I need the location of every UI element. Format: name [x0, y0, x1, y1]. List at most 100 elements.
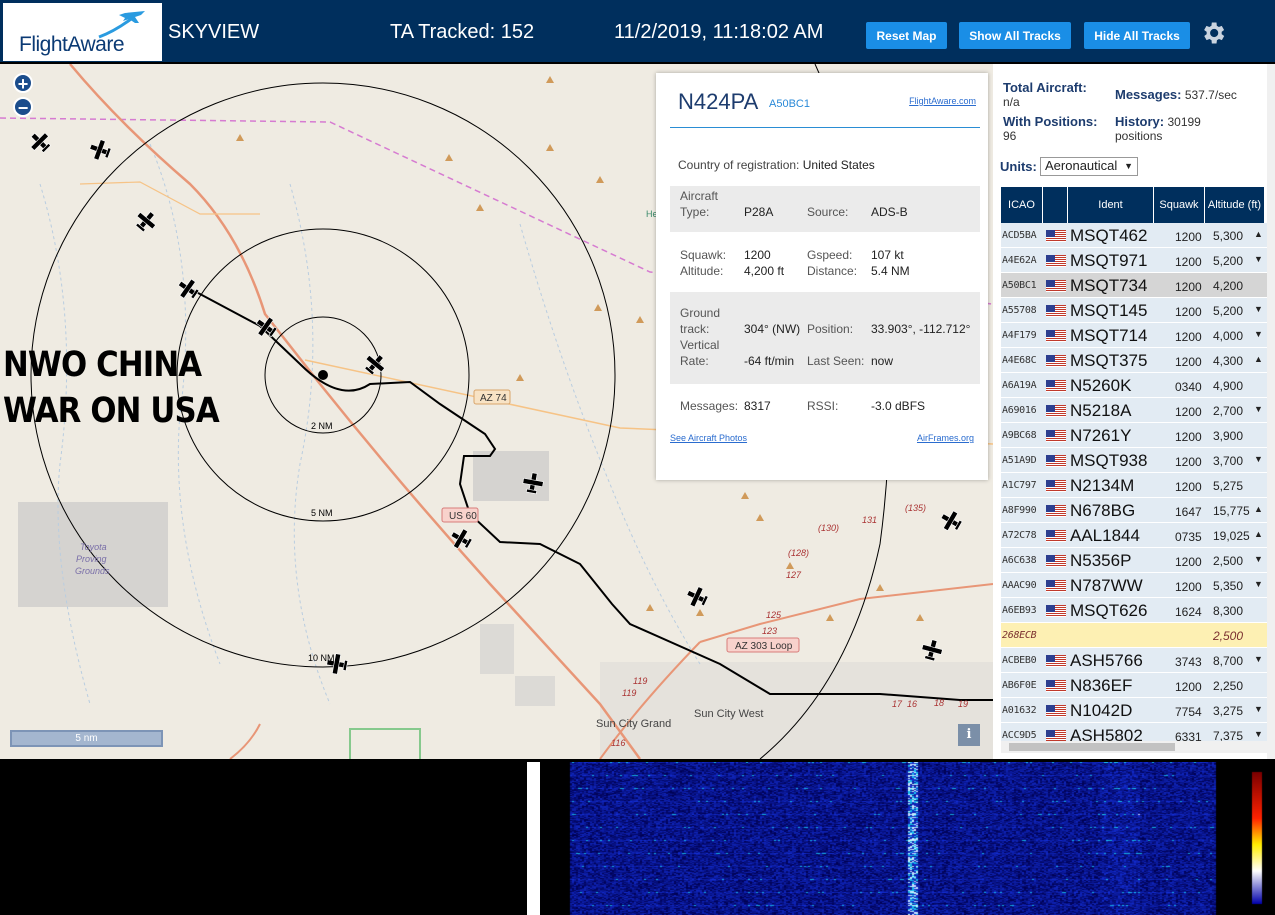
row-trend: ▼	[1254, 329, 1263, 339]
type-label: Aircraft Type:	[680, 189, 719, 219]
bottom-divider	[527, 762, 540, 915]
row-icao: A72C78	[1002, 530, 1037, 541]
row-icao: ACBEB0	[1002, 655, 1037, 666]
zoom-in-button[interactable]: +	[13, 73, 33, 94]
grey-area-2	[480, 624, 514, 674]
table-row[interactable]: 268ECB 2,500	[1001, 623, 1267, 648]
squawk-value: 1200	[744, 248, 771, 262]
svg-text:131: 131	[862, 515, 877, 525]
us-flag-icon	[1046, 455, 1066, 467]
gear-icon[interactable]	[1199, 19, 1227, 47]
sun-city-area	[600, 662, 993, 759]
green-boundary	[349, 728, 421, 759]
airframes-link[interactable]: AirFrames.org	[917, 433, 974, 443]
row-squawk: 1200	[1175, 355, 1202, 369]
table-row[interactable]: ACD5BA MSQT462 1200 5,300 ▲	[1001, 223, 1267, 248]
row-icao: AB6F0E	[1002, 680, 1037, 691]
table-row[interactable]: A1C797 N2134M 1200 5,275	[1001, 473, 1267, 498]
horizontal-scrollbar[interactable]	[1001, 741, 1267, 753]
row-icao: A4F179	[1002, 330, 1037, 341]
vertical-scrollbar[interactable]	[1267, 64, 1275, 759]
popup-divider	[670, 127, 980, 128]
map-scale: 5 nm	[10, 730, 163, 747]
position-label: Position:	[807, 322, 854, 336]
row-ident: MSQT971	[1070, 251, 1148, 270]
table-row[interactable]: A01632 N1042D 7754 3,275 ▼	[1001, 698, 1267, 723]
row-squawk: 0735	[1175, 530, 1202, 544]
source-value: ADS-B	[871, 205, 908, 219]
messages-stat-label: Messages:	[1115, 87, 1182, 102]
row-squawk: 1200	[1175, 305, 1202, 319]
messages-label: Messages:	[680, 399, 739, 413]
svg-text:16: 16	[907, 699, 917, 709]
row-trend: ▲	[1254, 229, 1263, 239]
row-ident: N5218A	[1070, 401, 1132, 420]
row-icao: A6A19A	[1002, 380, 1037, 391]
row-icao: A8F990	[1002, 505, 1037, 516]
table-row[interactable]: A6EB93 MSQT626 1624 8,300	[1001, 598, 1267, 623]
row-icao: A6EB93	[1002, 605, 1037, 616]
svg-text:19: 19	[958, 699, 968, 709]
toyota-label: Toyota Proving Grounds	[75, 542, 110, 576]
row-squawk: 1200	[1175, 455, 1202, 469]
col-altitude[interactable]: Altitude (ft)	[1205, 187, 1265, 223]
row-ident: N678BG	[1070, 501, 1136, 520]
table-row[interactable]: A69016 N5218A 1200 2,700 ▼	[1001, 398, 1267, 423]
units-select[interactable]: Aeronautical ▼	[1040, 157, 1138, 176]
row-altitude: 4,200	[1213, 279, 1244, 293]
rssi-value: -3.0 dBFS	[871, 399, 926, 413]
us-flag-icon	[1046, 380, 1066, 392]
table-row[interactable]: A51A9D MSQT938 1200 3,700 ▼	[1001, 448, 1267, 473]
table-row[interactable]: AB6F0E N836EF 1200 2,250	[1001, 673, 1267, 698]
row-squawk: 1200	[1175, 680, 1202, 694]
app-name: SKYVIEW	[168, 21, 260, 43]
table-row[interactable]: AAAC90 N787WW 1200 5,350 ▼	[1001, 573, 1267, 598]
waterfall-display	[540, 762, 1275, 915]
flightaware-link[interactable]: FlightAware.com	[909, 96, 976, 106]
row-altitude: 5,200	[1213, 254, 1244, 268]
row-squawk: 1200	[1175, 255, 1202, 269]
table-row[interactable]: A4E62A MSQT971 1200 5,200 ▼	[1001, 248, 1267, 273]
map-view[interactable]: AZ 74 US 60 AZ 303 Loop 2 NM 5 NM 10 NM …	[0, 64, 993, 759]
reset-map-button[interactable]: Reset Map	[866, 22, 947, 49]
col-ident[interactable]: Ident	[1068, 187, 1154, 223]
scroll-thumb[interactable]	[1009, 743, 1175, 751]
altitude-value: 4,200 ft	[744, 264, 785, 278]
row-altitude: 15,775	[1213, 504, 1250, 518]
row-trend: ▼	[1254, 654, 1263, 664]
table-row[interactable]: A55708 MSQT145 1200 5,200 ▼	[1001, 298, 1267, 323]
table-row[interactable]: A72C78 AAL1844 0735 19,025 ▲	[1001, 523, 1267, 548]
table-row[interactable]: A6A19A N5260K 0340 4,900	[1001, 373, 1267, 398]
row-squawk: 0340	[1175, 380, 1202, 394]
type-source-block: Aircraft Type: P28A Source: ADS-B	[670, 186, 980, 232]
zoom-out-button[interactable]: −	[13, 97, 33, 118]
info-button[interactable]: i	[958, 724, 980, 746]
us-flag-icon	[1046, 580, 1066, 592]
ring-2nm-label: 2 NM	[311, 421, 333, 431]
squawk-label: Squawk:	[680, 248, 727, 262]
messages-value: 8317	[744, 399, 771, 413]
table-row[interactable]: A6C638 N5356P 1200 2,500 ▼	[1001, 548, 1267, 573]
row-squawk: 7754	[1175, 705, 1202, 719]
col-icao[interactable]: ICAO	[1001, 187, 1043, 223]
col-squawk[interactable]: Squawk	[1154, 187, 1205, 223]
table-row[interactable]: ACBEB0 ASH5766 3743 8,700 ▼	[1001, 648, 1267, 673]
hide-all-tracks-button[interactable]: Hide All Tracks	[1084, 22, 1190, 49]
row-squawk: 1200	[1175, 580, 1202, 594]
table-row[interactable]: A9BC68 N7261Y 1200 3,900	[1001, 423, 1267, 448]
aircraft-photos-link[interactable]: See Aircraft Photos	[670, 433, 747, 443]
row-altitude: 5,200	[1213, 304, 1244, 318]
table-row[interactable]: A4E68C MSQT375 1200 4,300 ▲	[1001, 348, 1267, 373]
overlay-line-1: NWO CHINA	[3, 345, 202, 385]
row-trend: ▼	[1254, 404, 1263, 414]
table-row[interactable]: A8F990 N678BG 1647 15,775 ▲	[1001, 498, 1267, 523]
show-all-tracks-button[interactable]: Show All Tracks	[959, 22, 1071, 49]
table-row[interactable]: A50BC1 MSQT734 1200 4,200	[1001, 273, 1267, 298]
flightaware-logo[interactable]: FlightAware	[3, 3, 162, 61]
us-flag-icon	[1046, 255, 1066, 267]
table-row[interactable]: A4F179 MSQT714 1200 4,000 ▼	[1001, 323, 1267, 348]
col-flag[interactable]	[1043, 187, 1068, 223]
row-ident: N836EF	[1070, 676, 1133, 695]
row-icao: A69016	[1002, 405, 1037, 416]
row-icao: A9BC68	[1002, 430, 1037, 441]
